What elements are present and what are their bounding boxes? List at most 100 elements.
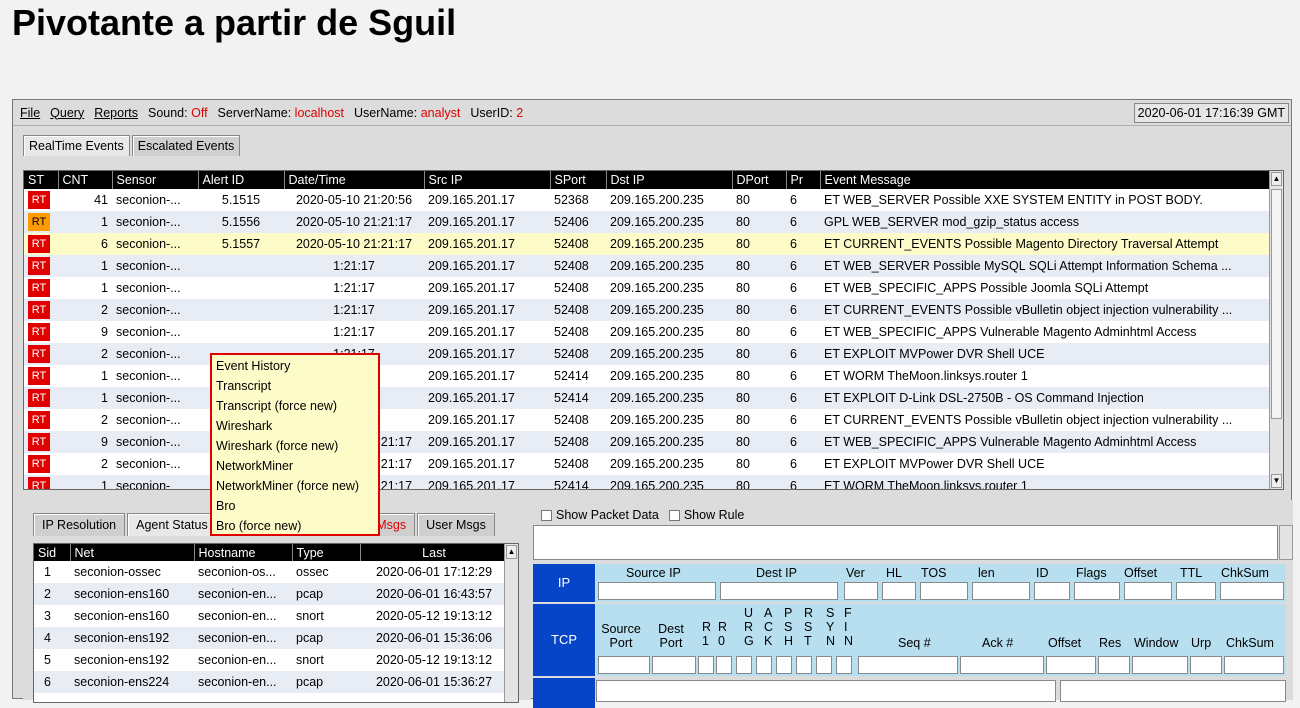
tcp-field-value[interactable]	[716, 656, 732, 674]
context-menu-item[interactable]: Event History	[212, 356, 378, 376]
events-col-header[interactable]: Sensor	[112, 171, 199, 189]
event-sport-cell: 52414	[550, 365, 606, 387]
tcp-field-value[interactable]	[1224, 656, 1284, 674]
event-row[interactable]: RT 41 seconion-... 5.1515 2020-05-10 21:20:5…	[24, 189, 1283, 211]
agent-row[interactable]: 5 seconion-ens192 seconion-en... snort 2020-…	[34, 649, 508, 671]
tab-realtime-events[interactable]: RealTime Events	[23, 135, 130, 156]
event-row[interactable]: RT 1 seconion-... 5.1556 2020-05-10 21:21:17…	[24, 211, 1283, 233]
context-menu-item[interactable]: Transcript	[212, 376, 378, 396]
ip-field-value[interactable]	[720, 582, 838, 600]
sound-status[interactable]: Sound: Off	[148, 106, 208, 120]
ip-field-value[interactable]	[972, 582, 1030, 600]
tcp-field-value[interactable]	[1132, 656, 1188, 674]
event-msg-cell: ET WORM TheMoon.linksys.router 1	[820, 365, 1283, 387]
status-tab[interactable]: User Msgs	[417, 513, 495, 536]
status-tab[interactable]: IP Resolution	[33, 513, 126, 536]
tcp-field-value[interactable]	[756, 656, 772, 674]
event-pr-cell: 6	[786, 453, 820, 475]
event-tabs: RealTime Events Escalated Events	[23, 135, 242, 156]
event-alert-cell	[198, 255, 284, 277]
context-menu-item[interactable]: Bro (force new)	[212, 516, 378, 536]
status-tab[interactable]: Agent Status	[127, 513, 217, 536]
tcp-field-value[interactable]	[652, 656, 696, 674]
ip-field-value[interactable]	[920, 582, 968, 600]
agent-scrollbar[interactable]: ▲	[504, 544, 518, 702]
scroll-thumb[interactable]	[1271, 189, 1282, 419]
context-menu-item[interactable]: NetworkMiner (force new)	[212, 476, 378, 496]
agent-row[interactable]: 3 seconion-ens160 seconion-en... snort 2020-…	[34, 605, 508, 627]
events-col-header[interactable]: SPort	[550, 171, 607, 189]
events-col-header[interactable]: Dst IP	[606, 171, 733, 189]
event-row[interactable]: RT 9 seconion-... 1:21:17 209.165.201.17 5240…	[24, 321, 1283, 343]
context-menu-item[interactable]: Wireshark (force new)	[212, 436, 378, 456]
tcp-field-value[interactable]	[1190, 656, 1222, 674]
agent-row[interactable]: 2 seconion-ens160 seconion-en... pcap 2020-0…	[34, 583, 508, 605]
tcp-field-value[interactable]	[960, 656, 1044, 674]
ip-field-value[interactable]	[844, 582, 878, 600]
ip-field-value[interactable]	[598, 582, 716, 600]
ip-field-value[interactable]	[1034, 582, 1070, 600]
event-sensor-cell: seconion-...	[112, 233, 198, 255]
tcp-field-value[interactable]	[698, 656, 714, 674]
ip-field-label: HL	[886, 566, 902, 580]
context-menu-item[interactable]: NetworkMiner	[212, 456, 378, 476]
event-row[interactable]: RT 1 seconion-... 1:21:17 209.165.201.17 5240…	[24, 255, 1283, 277]
tcp-field-value[interactable]	[858, 656, 958, 674]
scroll-up-icon[interactable]: ▲	[1271, 172, 1282, 186]
ip-field-value[interactable]	[1124, 582, 1172, 600]
scroll-up-icon[interactable]: ▲	[506, 545, 517, 559]
agent-host-cell: seconion-en...	[194, 627, 292, 649]
context-menu-item[interactable]: Transcript (force new)	[212, 396, 378, 416]
events-col-header[interactable]: Alert ID	[198, 171, 285, 189]
rule-scrollbar[interactable]	[1279, 525, 1293, 560]
agent-col-header[interactable]: Hostname	[194, 544, 293, 561]
menu-file[interactable]: File	[20, 106, 40, 120]
events-col-header[interactable]: Event Message	[820, 171, 1283, 189]
show-rule-checkbox[interactable]: Show Rule	[668, 508, 744, 522]
event-sport-cell: 52414	[550, 387, 606, 409]
rule-text-area[interactable]	[533, 525, 1278, 560]
tcp-field-value[interactable]	[1046, 656, 1096, 674]
menu-query[interactable]: Query	[50, 106, 84, 120]
tcp-field-value[interactable]	[736, 656, 752, 674]
tcp-field-value[interactable]	[796, 656, 812, 674]
ip-field-value[interactable]	[882, 582, 916, 600]
tcp-field-value[interactable]	[816, 656, 832, 674]
tcp-field-value[interactable]	[776, 656, 792, 674]
context-menu-item[interactable]: Bro	[212, 496, 378, 516]
tcp-field-value[interactable]	[598, 656, 650, 674]
agent-row[interactable]: 1 seconion-ossec seconion-os... ossec 2020-0…	[34, 561, 508, 583]
agent-sid-cell: 4	[34, 627, 70, 649]
event-row[interactable]: RT 6 seconion-... 5.1557 2020-05-10 21:21:17…	[24, 233, 1283, 255]
agent-col-header[interactable]: Type	[292, 544, 361, 561]
agent-type-cell: pcap	[292, 583, 360, 605]
agent-col-header[interactable]: Last	[360, 544, 509, 561]
agent-col-header[interactable]: Sid	[34, 544, 71, 561]
agent-row[interactable]: 4 seconion-ens192 seconion-en... pcap 2020-0…	[34, 627, 508, 649]
tcp-field-value[interactable]	[836, 656, 852, 674]
events-col-header[interactable]: CNT	[58, 171, 113, 189]
events-scrollbar[interactable]: ▲ ▼	[1269, 171, 1283, 489]
events-col-header[interactable]: ST	[24, 171, 59, 189]
tab-escalated-events[interactable]: Escalated Events	[131, 135, 241, 156]
tcp-flag-label: R	[702, 620, 712, 634]
agent-col-header[interactable]: Net	[70, 544, 195, 561]
tcp-field-value[interactable]	[1098, 656, 1130, 674]
tcp-flag-label: R	[744, 620, 754, 634]
menu-reports[interactable]: Reports	[94, 106, 138, 120]
context-menu-item[interactable]: Wireshark	[212, 416, 378, 436]
event-row[interactable]: RT 2seconion-... 1:21:17209.165.201.175240…	[24, 299, 1283, 321]
scroll-down-icon[interactable]: ▼	[1271, 474, 1282, 488]
ip-field-label: Offset	[1124, 566, 1158, 580]
show-packet-data-checkbox[interactable]: Show Packet Data	[541, 508, 659, 522]
events-col-header[interactable]: DPort	[732, 171, 787, 189]
event-src-cell: 209.165.201.17	[424, 211, 550, 233]
ip-field-value[interactable]	[1176, 582, 1216, 600]
ip-field-value[interactable]	[1220, 582, 1284, 600]
agent-row[interactable]: 6 seconion-ens224 seconion-en... pcap 2020-0…	[34, 671, 508, 693]
ip-field-value[interactable]	[1074, 582, 1120, 600]
event-row[interactable]: RT 1 seconion-... 1:21:17 209.165.201.17 5240…	[24, 277, 1283, 299]
events-col-header[interactable]: Date/Time	[284, 171, 425, 189]
events-col-header[interactable]: Src IP	[424, 171, 551, 189]
events-col-header[interactable]: Pr	[786, 171, 821, 189]
